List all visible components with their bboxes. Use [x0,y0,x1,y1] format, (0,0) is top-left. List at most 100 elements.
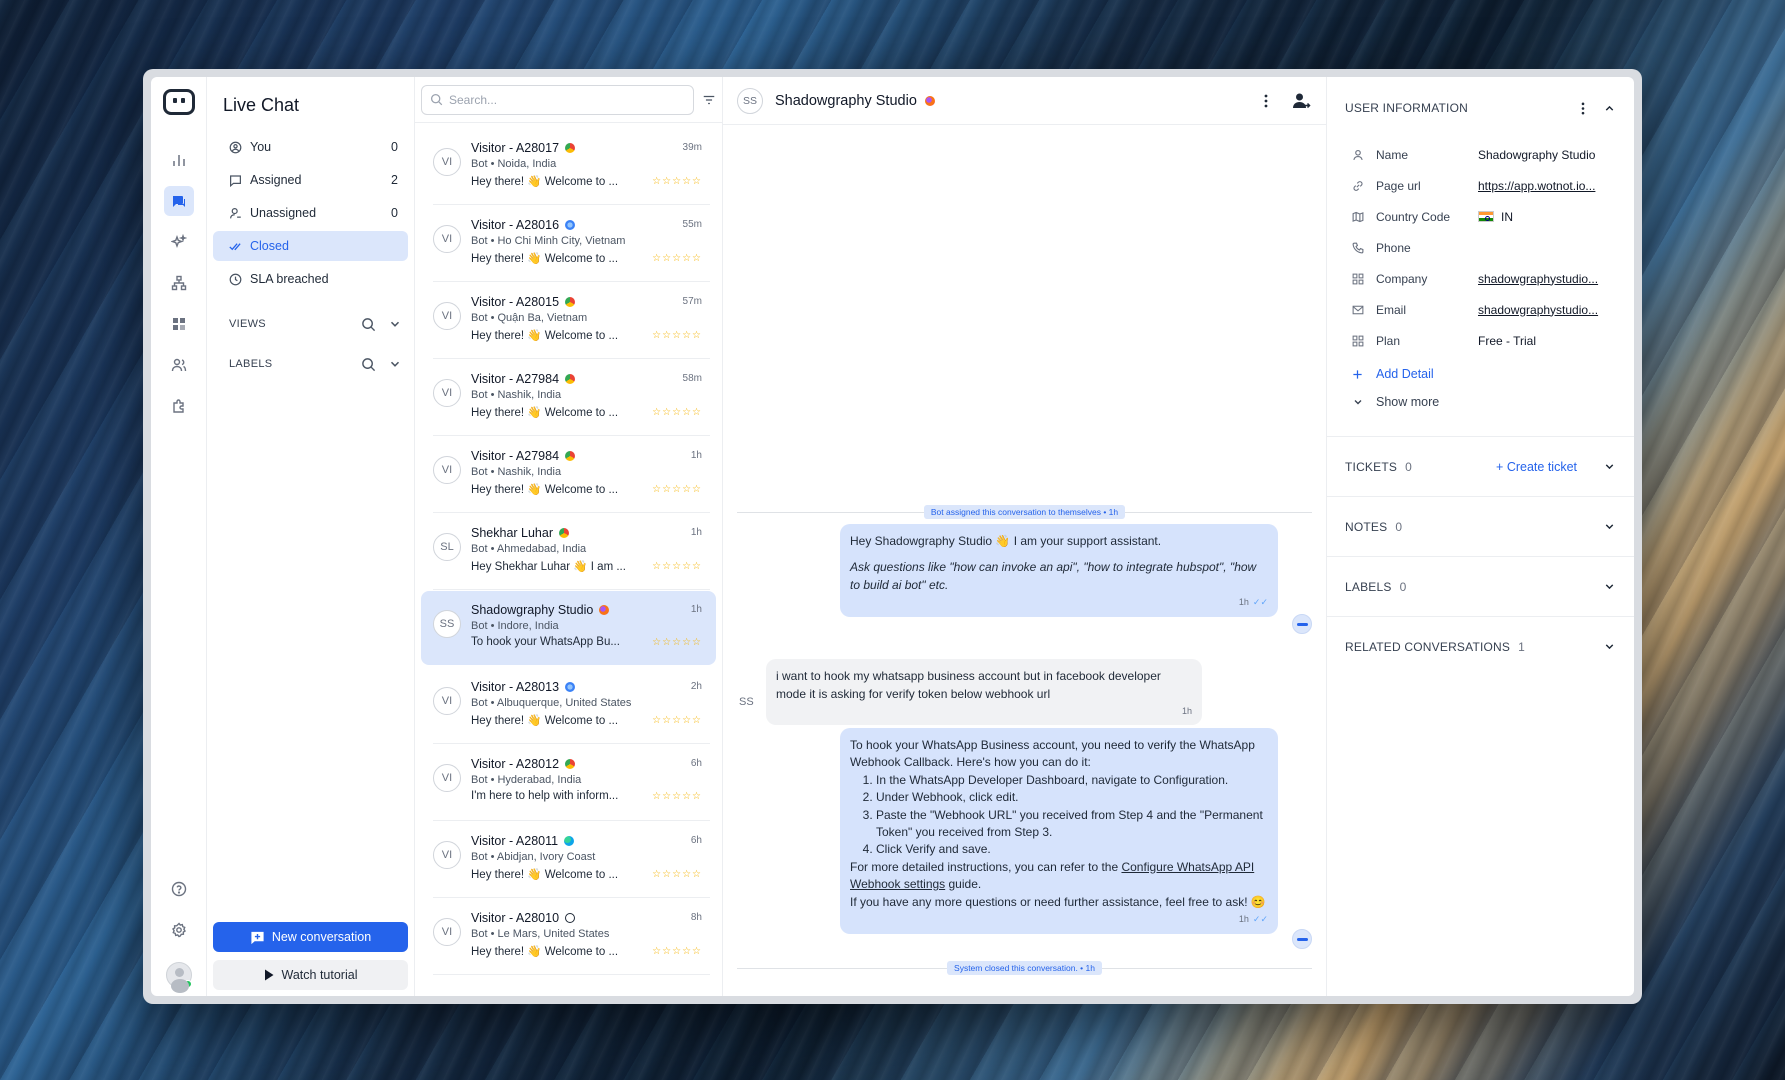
conversation-item[interactable]: VI Visitor - A28012 6h Bot • Hyderabad, Ind… [421,745,716,821]
contacts-icon[interactable] [164,350,194,380]
assign-user-icon[interactable] [1292,92,1312,110]
message-meta: 1h ✓✓ [850,913,1268,926]
help-icon[interactable] [164,874,194,904]
user-minus-icon [229,207,243,220]
firefox-icon [924,95,935,106]
system-message-closed: System closed this conversation. • 1h [737,960,1312,976]
nav-label: Assigned [250,173,302,187]
conversation-item[interactable]: VI Visitor - A28015 57m Bot • Quận Ba, Viet… [421,283,716,359]
labels-section[interactable]: LABELS 0 [1327,556,1634,616]
company-link[interactable]: shadowgraphystudio... [1478,272,1616,286]
map-icon [1352,211,1366,223]
conversation-item[interactable]: VI Visitor - A28013 2h Bot • Albuquerque, U… [421,668,716,744]
nav-count: 0 [391,206,398,220]
conversation-item[interactable]: VI Visitor - A28010 8h Bot • Le Mars, Unite… [421,899,716,975]
notes-section[interactable]: NOTES 0 [1327,496,1634,556]
show-more-button[interactable]: Show more [1327,388,1634,416]
knowledge-base-icon[interactable] [164,309,194,339]
user-info-title: USER INFORMATION [1345,101,1468,115]
user-info-header: USER INFORMATION [1327,77,1634,139]
search-icon[interactable] [361,317,376,332]
steps-list: In the WhatsApp Developer Dashboard, nav… [876,772,1268,859]
more-vertical-icon[interactable] [1264,94,1268,108]
chevron-down-icon [1352,396,1366,408]
email-link[interactable]: shadowgraphystudio... [1478,303,1616,317]
field-value[interactable]: Free - Trial [1478,334,1616,348]
conversation-preview: Hey there! 👋 Welcome to ... [471,484,619,496]
conversation-bottom: Hey there! 👋 Welcome to ... ☆☆☆☆☆ [471,867,702,882]
field-value[interactable]: Shadowgraphy Studio [1478,148,1616,162]
conversation-top: Visitor - A27984 58m [471,370,702,387]
conversation-name: Shekhar Luhar [471,525,554,540]
conversation-avatar: VI [433,456,461,484]
chevron-down-icon[interactable] [1603,520,1616,533]
conversation-name: Visitor - A28012 [471,756,560,771]
user-icon [1352,149,1366,161]
ai-sparkle-icon[interactable] [164,227,194,257]
conversation-time: 55m [682,219,702,230]
rating-stars: ☆☆☆☆☆ [652,329,702,341]
chevron-up-icon[interactable] [1603,102,1616,115]
nav-item-closed[interactable]: Closed [213,231,408,261]
chevron-down-icon[interactable] [1603,640,1616,653]
conversation-time: 1h [690,604,702,615]
conversation-location: Bot • Hyderabad, India [471,774,582,786]
nav-item-you[interactable]: You 0 [213,132,408,162]
conversation-item[interactable]: SS Shadowgraphy Studio 1h Bot • Indore, Ind… [421,591,716,665]
nav-count: 0 [391,140,398,154]
conversation-item[interactable]: VI Visitor - A28011 6h Bot • Abidjan, Ivory… [421,822,716,898]
conversation-item[interactable]: VI Visitor - A28016 55m Bot • Ho Chi Minh C… [421,206,716,282]
more-vertical-icon[interactable] [1581,102,1585,115]
analytics-icon[interactable] [164,145,194,175]
tickets-count: 0 [1405,459,1412,474]
chrome-icon [565,373,576,384]
chat-title: Shadowgraphy Studio [775,92,917,109]
play-icon [264,969,274,981]
conversation-name: Visitor - A27984 [471,371,560,386]
labels-section[interactable]: LABELS [213,346,408,382]
conversation-name: Visitor - A28013 [471,679,560,694]
tickets-section[interactable]: TICKETS 0 + Create ticket [1327,436,1634,496]
chat-icon[interactable] [163,186,194,216]
search-input[interactable] [449,92,685,107]
add-detail-label: Add Detail [1376,367,1434,381]
settings-gear-icon[interactable] [164,915,194,945]
nav-item-unassigned[interactable]: Unassigned 0 [213,198,408,228]
conversation-top: Visitor - A27984 1h [471,447,702,464]
chevron-down-icon[interactable] [388,357,402,372]
add-detail-button[interactable]: Add Detail [1327,360,1634,388]
field-value[interactable]: IN [1478,210,1616,224]
search-icon[interactable] [361,357,376,372]
conversation-item[interactable]: VI Visitor - A28017 39m Bot • Noida, India H… [421,129,716,205]
related-conversations-section[interactable]: RELATED CONVERSATIONS 1 [1327,616,1634,676]
create-ticket-button[interactable]: + Create ticket [1496,460,1577,474]
chevron-down-icon[interactable] [388,317,402,332]
page-url-link[interactable]: https://app.wotnot.io... [1478,179,1616,193]
conversation-body: Visitor - A28010 8h Bot • Le Mars, United … [471,909,702,973]
conversation-bottom: Hey there! 👋 Welcome to ... ☆☆☆☆☆ [471,944,702,959]
message-text: Hey Shadowgraphy Studio 👋 I am your supp… [850,534,1162,548]
nav-item-assigned[interactable]: Assigned 2 [213,165,408,195]
nav-label: You [250,140,272,154]
conversation-item[interactable]: VI Visitor - A27984 58m Bot • Nashik, India… [421,360,716,436]
conversation-preview: Hey there! 👋 Welcome to ... [471,176,619,188]
chevron-down-icon[interactable] [1603,580,1616,593]
user-avatar[interactable] [165,962,192,993]
conversation-item[interactable]: VI Visitor - A27984 1h Bot • Nashik, India H… [421,437,716,513]
nav-item-sla-breached[interactable]: SLA breached [213,264,408,294]
watch-tutorial-button[interactable]: Watch tutorial [213,960,408,990]
views-section[interactable]: VIEWS [213,306,408,342]
new-conversation-button[interactable]: New conversation [213,922,408,952]
rating-stars: ☆☆☆☆☆ [652,714,702,726]
integrations-icon[interactable] [164,391,194,421]
chevron-down-icon[interactable] [1603,460,1616,473]
message-text: To hook your WhatsApp Business account, … [850,738,1255,770]
conversation-name: Visitor - A28016 [471,217,560,232]
filter-icon[interactable] [702,93,716,107]
conversation-item[interactable]: SL Shekhar Luhar 1h Bot • Ahmedabad, India H… [421,514,716,590]
rating-stars: ☆☆☆☆☆ [652,560,702,572]
bot-avatar-icon [1292,929,1312,949]
app-logo-icon[interactable] [162,89,195,115]
bot-message: To hook your WhatsApp Business account, … [840,728,1278,934]
flow-builder-icon[interactable] [164,268,194,298]
